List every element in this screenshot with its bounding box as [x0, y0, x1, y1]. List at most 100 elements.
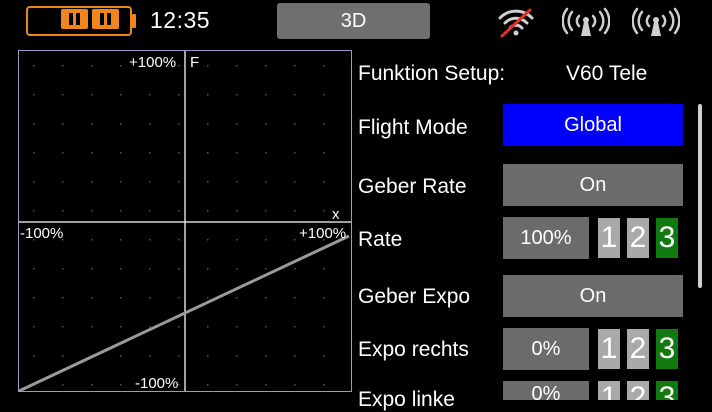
grid-dot	[62, 94, 64, 96]
grid-dot	[149, 239, 151, 241]
grid-dot	[265, 355, 267, 357]
grid-dot	[149, 94, 151, 96]
grid-dot	[178, 297, 180, 299]
grid-dot	[149, 210, 151, 212]
grid-dot	[265, 65, 267, 67]
grid-dot	[178, 181, 180, 183]
grid-dot	[178, 65, 180, 67]
grid-dot	[178, 268, 180, 270]
grid-dot	[33, 210, 35, 212]
grid-dot	[91, 123, 93, 125]
grid-dot	[120, 152, 122, 154]
grid-dot	[62, 268, 64, 270]
grid-dot	[62, 326, 64, 328]
expo-rechts-value-button[interactable]: 0%	[503, 328, 589, 370]
grid-dot	[236, 297, 238, 299]
expo-rechts-label: Expo rechts	[358, 338, 469, 361]
grid-dot	[149, 123, 151, 125]
rate-slot-1-button[interactable]: 1	[598, 218, 620, 258]
chart-f-label: F	[190, 54, 200, 71]
grid-dot	[91, 181, 93, 183]
grid-dot	[323, 297, 325, 299]
grid-dot	[62, 355, 64, 357]
grid-dot	[149, 326, 151, 328]
flight-mode-button[interactable]: Global	[503, 104, 683, 146]
expo-links-value-button[interactable]: 0%	[503, 381, 589, 400]
expo-links-slot-1-button[interactable]: 1	[598, 381, 620, 400]
grid-dot	[62, 152, 64, 154]
grid-dot	[236, 326, 238, 328]
grid-dot	[323, 152, 325, 154]
grid-dot	[265, 239, 267, 241]
settings-scrollbar[interactable]	[698, 104, 702, 288]
expo-rechts-slot-3-button[interactable]: 3	[656, 329, 678, 369]
expo-rechts-slot-1-button[interactable]: 1	[598, 329, 620, 369]
grid-dot	[120, 94, 122, 96]
geber-rate-label: Geber Rate	[358, 175, 467, 198]
geber-expo-label: Geber Expo	[358, 285, 471, 308]
rate-label: Rate	[358, 228, 403, 251]
grid-dot	[236, 181, 238, 183]
grid-dot	[236, 152, 238, 154]
rate-value-button[interactable]: 100%	[503, 217, 589, 259]
grid-dot	[91, 297, 93, 299]
grid-dot	[207, 65, 209, 67]
grid-dot	[33, 355, 35, 357]
funktion-setup-label: Funktion Setup:	[358, 62, 506, 85]
mode-3d-button[interactable]: 3D	[277, 3, 430, 39]
grid-dot	[120, 355, 122, 357]
grid-dot	[91, 384, 93, 386]
grid-dot	[120, 326, 122, 328]
grid-dot	[149, 181, 151, 183]
grid-dot	[265, 297, 267, 299]
grid-dot	[236, 65, 238, 67]
grid-dot	[91, 210, 93, 212]
grid-dot	[120, 384, 122, 386]
grid-dot	[149, 152, 151, 154]
grid-dot	[33, 268, 35, 270]
grid-dot	[236, 210, 238, 212]
grid-dot	[207, 297, 209, 299]
geber-rate-button[interactable]: On	[503, 164, 683, 206]
grid-dot	[323, 123, 325, 125]
grid-dot	[120, 239, 122, 241]
grid-dot	[323, 268, 325, 270]
grid-dot	[33, 123, 35, 125]
expo-links-slot-3-button[interactable]: 3	[656, 381, 678, 400]
grid-dot	[207, 152, 209, 154]
curve-plot	[19, 51, 351, 391]
antenna-signal-icon	[632, 7, 680, 36]
expo-rechts-slot-2-button[interactable]: 2	[627, 329, 649, 369]
expo-curve-chart: +100% F x -100% +100% -100%	[18, 50, 352, 392]
grid-dot	[178, 210, 180, 212]
grid-dot	[236, 123, 238, 125]
grid-dot	[236, 384, 238, 386]
funktion-setup-value: V60 Tele	[566, 62, 648, 85]
grid-dot	[323, 94, 325, 96]
clock: 12:35	[150, 7, 211, 33]
grid-dot	[178, 355, 180, 357]
grid-dot	[236, 268, 238, 270]
grid-dot	[149, 268, 151, 270]
grid-dot	[91, 326, 93, 328]
rate-slot-3-button[interactable]: 3	[656, 218, 678, 258]
grid-dot	[265, 210, 267, 212]
grid-dot	[207, 94, 209, 96]
grid-dot	[265, 268, 267, 270]
grid-dot	[120, 123, 122, 125]
grid-dot	[265, 94, 267, 96]
grid-dot	[91, 268, 93, 270]
expo-curve-line	[19, 234, 350, 391]
grid-dot	[294, 326, 296, 328]
expo-links-slot-2-button[interactable]: 2	[627, 381, 649, 400]
grid-dot	[323, 210, 325, 212]
chart-left-label: -100%	[20, 225, 64, 242]
chart-right-label: +100%	[299, 225, 347, 242]
grid-dot	[120, 181, 122, 183]
geber-expo-button[interactable]: On	[503, 275, 683, 317]
grid-dot	[62, 123, 64, 125]
grid-dot	[207, 355, 209, 357]
grid-dot	[91, 65, 93, 67]
rate-slot-2-button[interactable]: 2	[627, 218, 649, 258]
chart-x-label: x	[332, 206, 340, 223]
